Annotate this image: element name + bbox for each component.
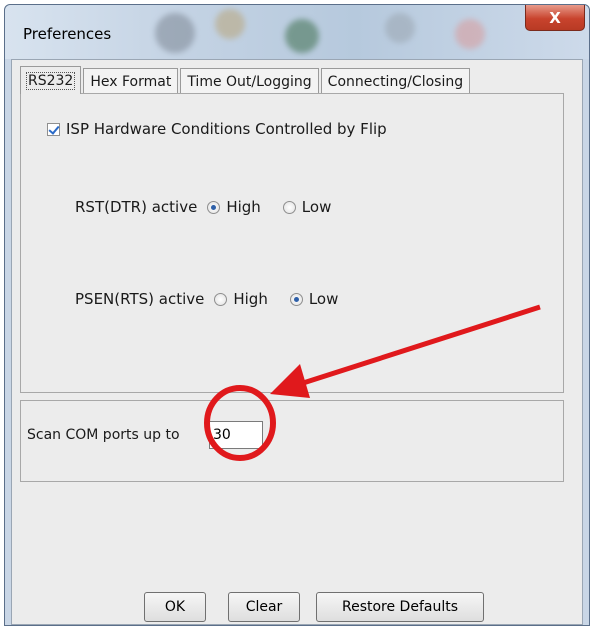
- annotation-overlay: [204, 304, 541, 461]
- tab-label: RS232: [25, 71, 76, 90]
- annotation-arrow-shaft: [299, 304, 541, 387]
- annotation-circle: [204, 385, 276, 461]
- annotation-arrow-head: [270, 364, 310, 398]
- tab-rs232[interactable]: RS232: [20, 66, 82, 94]
